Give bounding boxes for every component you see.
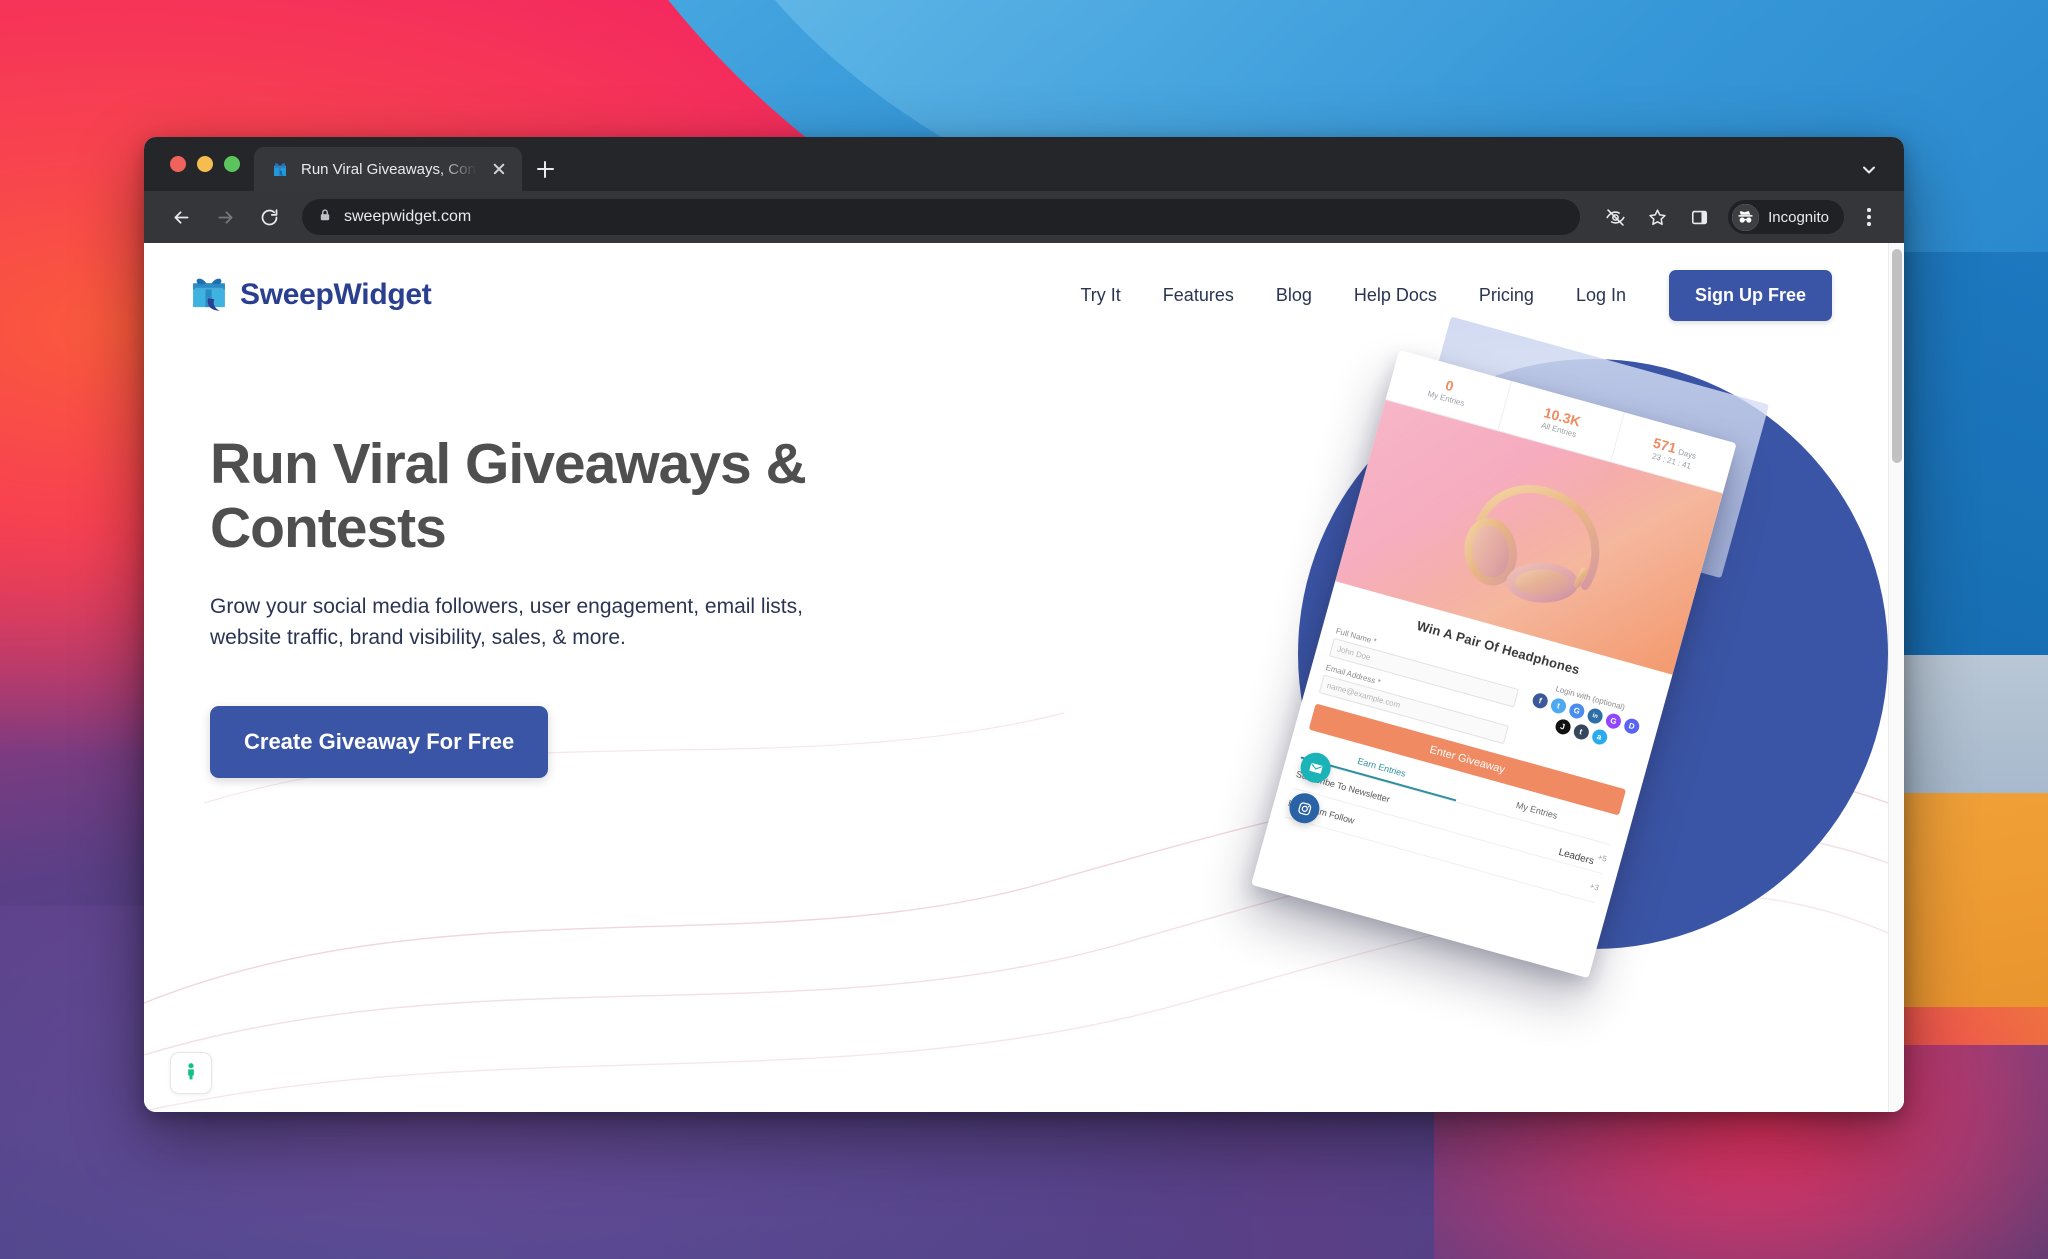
incognito-profile-chip[interactable]: Incognito [1728,200,1844,234]
page-viewport: SweepWidget Try It Features Blog Help Do… [144,243,1904,1112]
linkedin-icon[interactable]: in [1585,706,1605,726]
telegram-icon[interactable]: a [1589,727,1609,747]
forward-arrow-icon[interactable] [206,198,244,236]
browser-toolbar: sweepwidget.com Incognito [144,191,1904,243]
browser-window: Run Viral Giveaways, Contests [144,137,1904,1112]
site-logo-text: SweepWidget [240,278,432,311]
gift-box-icon [186,270,232,321]
accessibility-person-icon [181,1061,201,1086]
browser-tab-strip: Run Viral Giveaways, Contests [144,137,1904,191]
kebab-menu-icon[interactable] [1854,198,1884,236]
reload-icon[interactable] [250,198,288,236]
create-giveaway-button[interactable]: Create Giveaway For Free [210,705,549,778]
address-bar[interactable]: sweepwidget.com [302,199,1581,235]
entry-points-newsletter: +5 [1596,852,1608,864]
sweepwidget-landing-page: SweepWidget Try It Features Blog Help Do… [144,243,1888,1112]
toolbar-right-actions: Incognito [1596,198,1884,236]
hero-text-column: Run Viral Giveaways & Contests Grow your… [210,432,910,778]
close-window-button[interactable] [170,156,186,172]
lock-icon [318,208,332,227]
nav-item-help-docs[interactable]: Help Docs [1333,285,1458,306]
browser-tab[interactable]: Run Viral Giveaways, Contests [254,147,522,191]
incognito-label: Incognito [1768,208,1829,226]
page-scrollbar[interactable] [1888,243,1904,1112]
hero-subtitle: Grow your social media followers, user e… [210,594,803,650]
entry-points-instagram: +3 [1588,881,1600,893]
side-panel-icon[interactable] [1680,198,1718,236]
google-icon[interactable]: G [1567,701,1587,721]
address-bar-url: sweepwidget.com [344,208,472,225]
site-navigation: Try It Features Blog Help Docs Pricing L… [1059,269,1832,321]
maximize-window-button[interactable] [224,156,240,172]
facebook-icon[interactable]: f [1530,691,1550,711]
mockup-card: 0 My Entries 10.3K All Entries 571 Days [1251,349,1737,979]
site-logo[interactable]: SweepWidget [186,270,432,321]
twitter-icon[interactable]: t [1549,696,1568,716]
my-entries-value: 0 [1443,376,1456,394]
accessibility-widget-button[interactable] [170,1052,212,1094]
tiktok-icon[interactable]: J [1553,717,1572,736]
nav-item-blog[interactable]: Blog [1255,285,1333,306]
minimize-window-button[interactable] [197,156,213,172]
star-icon[interactable] [1638,198,1676,236]
sign-up-free-button[interactable]: Sign Up Free [1668,269,1832,321]
site-header: SweepWidget Try It Features Blog Help Do… [144,243,1888,347]
incognito-hat-glasses-icon [1732,203,1760,231]
nav-item-try-it[interactable]: Try It [1059,285,1141,306]
eye-slash-icon[interactable] [1596,198,1634,236]
close-tab-button[interactable] [488,158,510,180]
browser-tab-title: Run Viral Giveaways, Contests [301,160,477,178]
twitch-icon[interactable]: G [1604,711,1623,731]
giveaway-widget-mockup: 0 My Entries 10.3K All Entries 571 Days [1179,276,1856,1051]
chevron-down-icon[interactable] [1860,161,1878,179]
nav-item-features[interactable]: Features [1142,285,1255,306]
tumblr-icon[interactable]: t [1571,722,1591,742]
new-tab-button[interactable] [522,147,568,191]
hero-illustration: 0 My Entries 10.3K All Entries 571 Days [1178,316,1888,983]
nav-item-pricing[interactable]: Pricing [1458,285,1555,306]
sweepwidget-favicon-icon [270,159,290,179]
discord-icon[interactable]: D [1622,716,1641,736]
scrollbar-thumb[interactable] [1892,249,1902,463]
window-traffic-lights [166,137,254,191]
hero-title: Run Viral Giveaways & Contests [210,432,807,560]
back-arrow-icon[interactable] [162,198,200,236]
nav-item-log-in[interactable]: Log In [1555,285,1647,306]
